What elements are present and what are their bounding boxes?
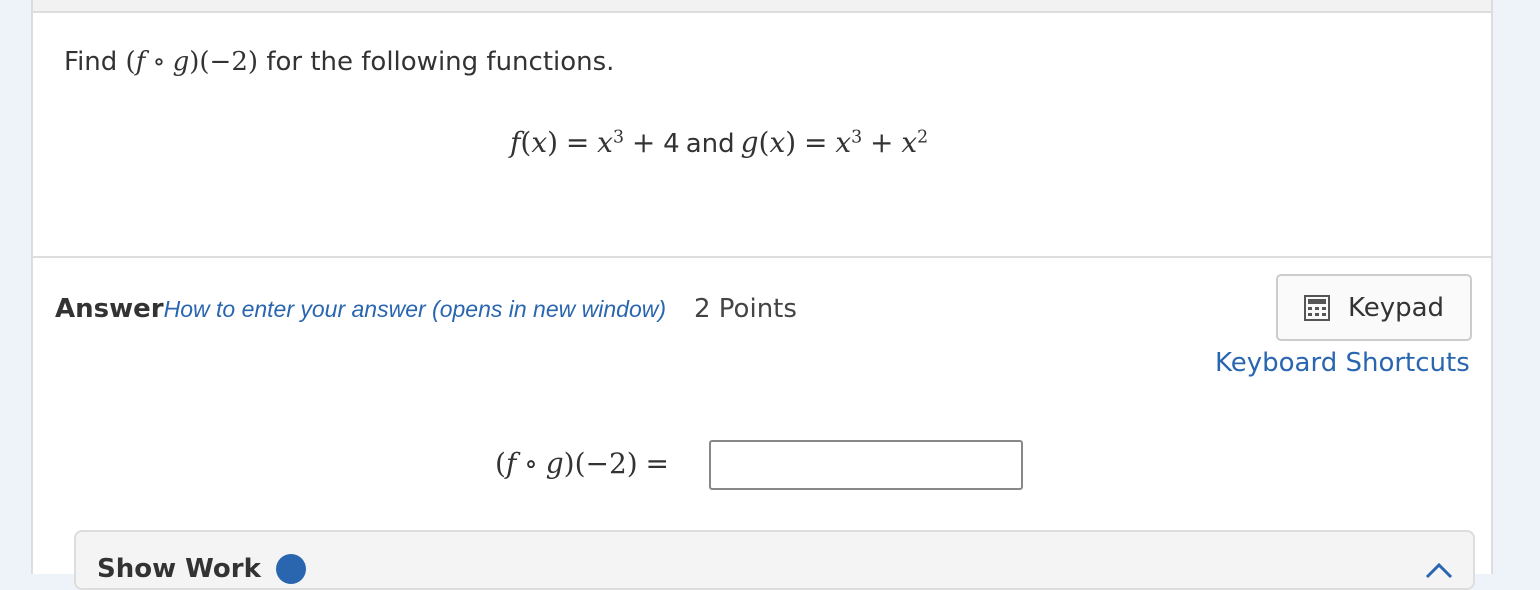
- answer-equation-label: (f ∘ g)(−2) =: [495, 447, 670, 480]
- prompt-prefix: Find: [64, 47, 118, 77]
- answer-header: AnswerHow to enter your answer (opens in…: [55, 290, 797, 328]
- function-definitions: f(x) = x3 +4 and g(x) = x3 + x2: [510, 126, 929, 159]
- chevron-up-icon[interactable]: [1424, 560, 1454, 580]
- how-to-enter-link[interactable]: How to enter your answer (opens in new w…: [164, 296, 666, 322]
- question-prompt: Find (f ∘ g)(−2) for the following functio…: [64, 45, 614, 79]
- show-work-label: Show Work: [97, 554, 261, 584]
- card-top-strip: [33, 0, 1491, 13]
- answer-input[interactable]: [709, 440, 1023, 490]
- formula-and: and: [685, 129, 735, 159]
- calculator-icon: [1303, 294, 1330, 321]
- keypad-label: Keypad: [1347, 292, 1445, 323]
- answer-title: Answer: [55, 294, 164, 324]
- keyboard-shortcuts-link[interactable]: Keyboard Shortcuts: [1215, 345, 1470, 381]
- composition-expression: (f ∘ g)(−2): [125, 47, 259, 77]
- points-label: 2 Points: [694, 294, 797, 324]
- prompt-suffix: for the following functions.: [266, 47, 615, 77]
- keypad-button[interactable]: Keypad: [1276, 274, 1472, 341]
- prompt-argument: 2: [231, 47, 248, 77]
- question-card: Find (f ∘ g)(−2) for the following functio…: [31, 0, 1493, 590]
- formula-constant: 4: [663, 129, 680, 159]
- question-section: Find (f ∘ g)(−2) for the following functio…: [33, 15, 1491, 258]
- answer-argument: 2: [608, 447, 627, 480]
- info-icon[interactable]: [276, 554, 306, 584]
- show-work-panel[interactable]: Show Work: [74, 530, 1475, 590]
